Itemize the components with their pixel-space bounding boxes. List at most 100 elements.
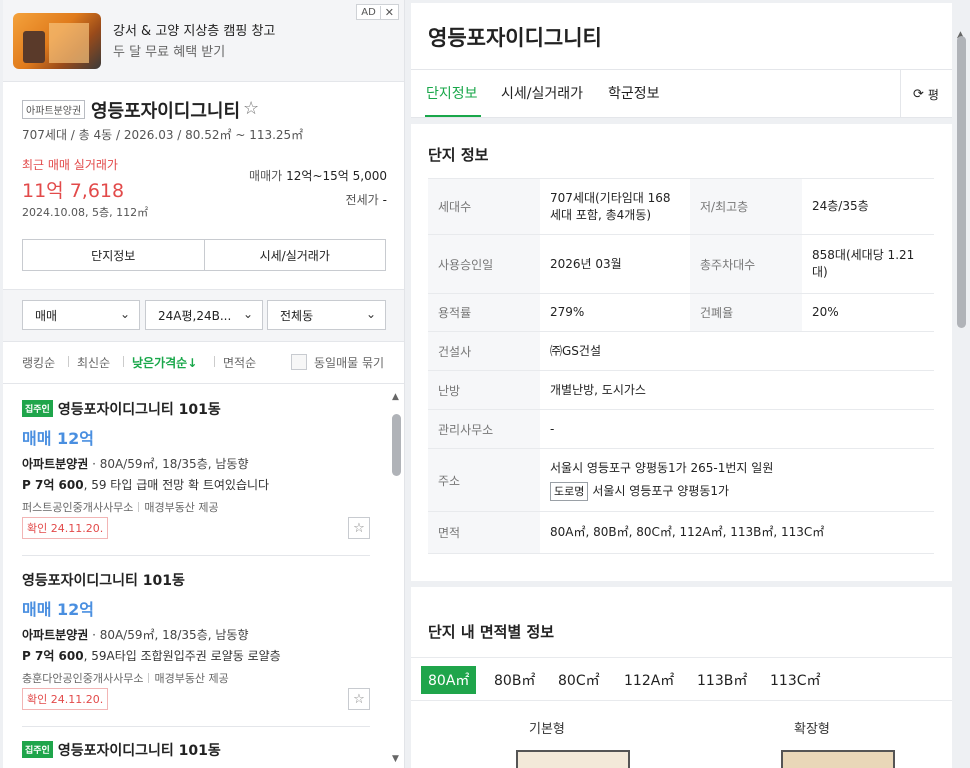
listing-spec-type: 아파트분양권 xyxy=(22,457,89,471)
active-tab-indicator xyxy=(425,115,481,117)
table-value: 858대(세대당 1.21대) xyxy=(802,234,934,294)
detail-header: 영등포자이디그니티 xyxy=(411,3,952,70)
table-key: 용적률 xyxy=(428,293,540,332)
table-row: 세대수 707세대(기타임대 168세대 포함, 총4개동) 저/최고층 24층… xyxy=(428,178,934,235)
table-key: 세대수 xyxy=(428,178,540,235)
rent-price-label: 전세가 xyxy=(345,193,379,207)
listing-spec-type: 아파트분양권 xyxy=(22,628,89,642)
table-key: 총주차대수 xyxy=(690,234,802,294)
table-key: 건설사 xyxy=(428,331,540,371)
area-info-card: 단지 내 면적별 정보 80A㎡ 80B㎡ 80C㎡ 112A㎡ 113B㎡ 1… xyxy=(411,587,952,768)
listing-scrollbar[interactable]: ▲ ▼ xyxy=(390,392,403,768)
area-tab-80b[interactable]: 80B㎡ xyxy=(487,666,542,694)
listing-agent: 충훈다안공인중개사사무소 매경부동산 제공 xyxy=(22,670,370,686)
detail-scrollbar[interactable]: ▲ xyxy=(955,30,967,768)
ad-thumbnail xyxy=(13,13,101,69)
table-row: 난방 개별난방, 도시가스 xyxy=(428,370,934,410)
ad-subtitle: 두 달 무료 혜택 받기 xyxy=(113,45,226,60)
complex-info-button[interactable]: 단지정보 xyxy=(23,240,205,270)
star-icon[interactable]: ☆ xyxy=(348,517,370,539)
confirm-badge: 확인 24.11.20. xyxy=(22,517,109,539)
agent-name[interactable]: 퍼스트공인중개사사무소 xyxy=(22,501,133,514)
detail-title: 영등포자이디그니티 xyxy=(428,26,602,50)
unit-label: 평 xyxy=(927,87,939,102)
area-tab-112a[interactable]: 112A㎡ xyxy=(617,666,681,694)
listing-spec: 아파트분양권 · 80A/59㎡, 18/35층, 남동향 xyxy=(22,455,370,472)
star-icon[interactable]: ☆ xyxy=(243,98,259,119)
owner-tag: 집주인 xyxy=(22,400,53,417)
trade-type-value: 매매 xyxy=(35,308,58,323)
dong-select[interactable]: 전체동 ⌄ xyxy=(267,300,386,330)
table-key: 관리사무소 xyxy=(428,409,540,449)
filter-bar: 매매 ⌄ 24A평,24B... ⌄ 전체동 ⌄ xyxy=(3,290,404,342)
unit-toggle-button[interactable]: ⟳ 평 xyxy=(900,70,952,118)
close-icon[interactable]: ✕ xyxy=(379,5,398,19)
divider xyxy=(214,356,215,367)
table-row: 관리사무소 - xyxy=(428,409,934,449)
sort-low-price[interactable]: 낮은가격순↓ xyxy=(132,354,197,371)
floor-plan-basic[interactable] xyxy=(516,750,630,768)
tab-price[interactable]: 시세/실거래가 xyxy=(501,83,583,103)
area-tab-80c[interactable]: 80C㎡ xyxy=(551,666,607,694)
provider-name: 매경부동산 제공 xyxy=(144,501,219,514)
address-cell: 서울시 영등포구 양평동1가 265-1번지 일원 도로명 서울시 영등포구 양평… xyxy=(540,448,934,512)
chevron-down-icon: ⌄ xyxy=(242,307,253,321)
table-value: 개별난방, 도시가스 xyxy=(540,370,934,410)
area-tab-113b[interactable]: 113B㎡ xyxy=(690,666,754,694)
divider xyxy=(148,673,150,683)
listing-desc: P 7억 600, 59A타입 조합원입주권 로얄동 로얄층 xyxy=(22,647,370,664)
listing-spec: 아파트분양권 · 80A/59㎡, 18/35층, 남동향 xyxy=(22,626,370,643)
price-history-button[interactable]: 시세/실거래가 xyxy=(205,240,386,270)
listing-spec-text: · 80A/59㎡, 18/35층, 남동향 xyxy=(88,457,249,471)
detail-panel: 영등포자이디그니티 단지정보 시세/실거래가 학군정보 ⟳ 평 단지 정보 세대수… xyxy=(411,3,952,768)
table-key: 난방 xyxy=(428,370,540,410)
divider xyxy=(123,356,124,367)
tab-complex-info[interactable]: 단지정보 xyxy=(426,83,478,103)
area-tabs: 80A㎡ 80B㎡ 80C㎡ 112A㎡ 113B㎡ 113C㎡ xyxy=(411,657,952,701)
table-row: 주소 서울시 영등포구 양평동1가 265-1번지 일원 도로명 서울시 영등포구… xyxy=(428,448,934,512)
table-value: 24층/35층 xyxy=(802,178,934,235)
sort-latest[interactable]: 최신순 xyxy=(77,354,110,371)
group-same-label[interactable]: 동일매물 묶기 xyxy=(314,354,384,371)
complex-info: 707세대 / 총 4동 / 2026.03 / 80.52㎡ ~ 113.25… xyxy=(22,128,304,142)
scroll-up-icon[interactable]: ▲ xyxy=(392,392,399,402)
table-value: 2026년 03월 xyxy=(540,234,690,294)
scroll-thumb[interactable] xyxy=(392,414,401,476)
list-item[interactable]: 집주인 영등포자이디그니티 101동 매매 12억 아파트분양권 · 80A/59… xyxy=(22,399,370,556)
tab-school[interactable]: 학군정보 xyxy=(608,83,660,103)
scroll-down-icon[interactable]: ▼ xyxy=(392,754,399,764)
listing-title-text: 영등포자이디그니티 101동 xyxy=(57,743,221,759)
trade-type-select[interactable]: 매매 ⌄ xyxy=(22,300,140,330)
ad-banner[interactable]: 강서 & 고양 지상층 캠핑 창고 두 달 무료 혜택 받기 AD ✕ xyxy=(3,0,404,82)
list-item[interactable]: 영등포자이디그니티 101동 매매 12억 아파트분양권 · 80A/59㎡, … xyxy=(22,570,370,727)
sale-price-label: 매매가 xyxy=(249,169,283,183)
table-value: 80A㎡, 80B㎡, 80C㎡, 112A㎡, 113B㎡, 113C㎡ xyxy=(540,511,934,554)
listing-title: 집주인 영등포자이디그니티 101동 xyxy=(22,740,370,760)
listing-title-text: 영등포자이디그니티 101동 xyxy=(57,402,221,418)
refresh-icon: ⟳ xyxy=(913,86,924,102)
sort-area[interactable]: 면적순 xyxy=(223,354,256,371)
area-tab-80a[interactable]: 80A㎡ xyxy=(421,666,477,694)
group-same-checkbox[interactable] xyxy=(291,354,307,370)
list-item[interactable]: 집주인 영등포자이디그니티 101동 xyxy=(22,740,370,768)
listing-price: 매매 12억 xyxy=(22,600,94,619)
star-icon[interactable]: ☆ xyxy=(348,688,370,710)
floor-plan-extended[interactable] xyxy=(781,750,895,768)
table-row: 건설사 ㈜GS건설 xyxy=(428,331,934,371)
table-key: 면적 xyxy=(428,511,540,554)
table-key: 주소 xyxy=(428,448,540,512)
area-select[interactable]: 24A평,24B... ⌄ xyxy=(145,300,263,330)
complex-info-table: 세대수 707세대(기타임대 168세대 포함, 총4개동) 저/최고층 24층… xyxy=(428,178,934,554)
scroll-thumb[interactable] xyxy=(957,36,966,328)
sale-price-value: 12억~15억 5,000 xyxy=(286,169,387,183)
road-tag: 도로명 xyxy=(550,481,589,501)
listing-list: 집주인 영등포자이디그니티 101동 매매 12억 아파트분양권 · 80A/59… xyxy=(3,385,387,768)
app-root: 강서 & 고양 지상층 캠핑 창고 두 달 무료 혜택 받기 AD ✕ 아파트분… xyxy=(0,0,970,768)
listing-desc: P 7억 600, 59 타입 급매 전망 확 트여있습니다 xyxy=(22,476,370,493)
agent-name[interactable]: 충훈다안공인중개사사무소 xyxy=(22,672,143,685)
area-tab-113c[interactable]: 113C㎡ xyxy=(763,666,828,694)
provider-name: 매경부동산 제공 xyxy=(154,672,229,685)
sort-ranking[interactable]: 랭킹순 xyxy=(22,354,55,371)
table-value: - xyxy=(540,409,934,449)
table-key: 사용승인일 xyxy=(428,234,540,294)
